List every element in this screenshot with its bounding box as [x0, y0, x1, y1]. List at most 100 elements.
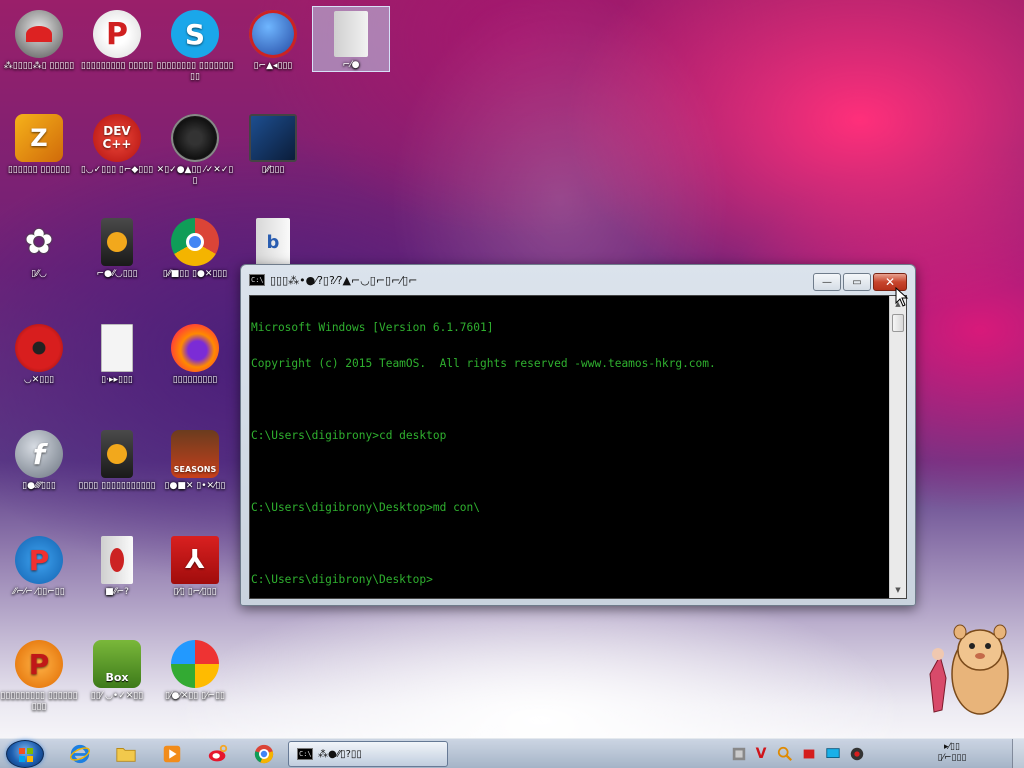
beaver-box-icon: Box — [93, 640, 141, 688]
p-logo-icon: P — [15, 536, 63, 584]
media-player-icon — [163, 745, 181, 763]
icon-label: ▯●⁄⁄⁄⁄▯▯▯ — [22, 481, 56, 491]
icon-label: ▯⁄⁄■▯▯ ▯●✕▯▯▯ — [162, 269, 228, 279]
icon-label: ▯⁄⁄▯▯▯ — [261, 165, 285, 175]
desktop-icon-r4c2[interactable]: ▯·▸▸▯▯▯ — [78, 320, 156, 386]
desktop-icon-acrobat[interactable]: ⅄ ▯⁄▯ ▯⌐⁄▯▯▯ — [156, 532, 234, 598]
windows-logo-icon — [19, 748, 33, 762]
console-line: Copyright (c) 2015 TeamOS. All rights re… — [251, 357, 716, 370]
vertical-scrollbar[interactable]: ▲ ▼ — [889, 296, 906, 598]
dev-cpp-icon: DEV C++ — [93, 114, 141, 162]
firefox-icon — [171, 324, 219, 372]
icon-label: ▯◡✓▯▯▯ ▯⌐◆▯▯▯ — [80, 165, 154, 175]
angry-birds-seasons-icon: SEASONS — [171, 430, 219, 478]
icon-label: ▯⁄▯ ▯⌐⁄▯▯▯ — [173, 587, 217, 597]
tv-screen-icon — [249, 114, 297, 162]
tray-disc-icon[interactable] — [848, 745, 866, 763]
console-area[interactable]: Microsoft Windows [Version 6.1.7601] Cop… — [249, 295, 907, 599]
icon-label: ▯▯▯▯▯▯▯▯▯ ▯▯▯▯▯ — [80, 61, 154, 71]
cmd-window[interactable]: C:\ ▯▯▯⁂•●⁄?▯?⁄?▲⌐◡▯⌐▯⌐⁄▯⌐ — ▭ ✕ Microso… — [240, 264, 916, 606]
desktop-icon-r1c2[interactable]: P ▯▯▯▯▯▯▯▯▯ ▯▯▯▯▯ — [78, 6, 156, 72]
console-icon: C:\ — [249, 274, 265, 286]
disc-icon — [171, 114, 219, 162]
flash-icon: f — [15, 430, 63, 478]
desktop-icon-r2c3[interactable]: ✕▯✓●▲▯▯ ⁄✓✕✓▯▯ — [156, 110, 234, 187]
taskbar-weibo-button[interactable] — [198, 742, 238, 766]
cmd-window-title: ▯▯▯⁂•●⁄?▯?⁄?▲⌐◡▯⌐▯⌐⁄▯⌐ — [270, 273, 418, 287]
icon-label: ▯▯▯▯▯▯▯▯ ▯▯▯▯▯▯▯▯▯ — [156, 61, 234, 82]
tray-clock[interactable]: ▸⁄▯▯ ▯⁄⌐▯▯▯ — [902, 742, 1002, 766]
p-logo-icon: P — [15, 640, 63, 688]
icon-label: ▯●■✕ ▯•✕⁄▯▯ — [164, 481, 226, 491]
icon-label: ✕▯✓●▲▯▯ ⁄✓✕✓▯▯ — [156, 165, 234, 186]
desktop-icon-box[interactable]: Box ▯▯⁄ ◡•✓✕▯▯ — [78, 636, 156, 702]
taskbar-chrome-button[interactable] — [244, 742, 284, 766]
console-line: C:\Users\digibrony\Desktop>md con\ — [251, 501, 481, 514]
desktop-icon-angry-seasons[interactable]: SEASONS ▯●■✕ ▯•✕⁄▯▯ — [156, 426, 234, 492]
robot-icon — [15, 10, 63, 58]
chrome-icon — [254, 744, 274, 764]
icon-label: ⌐●⁄⁄◡▯▯▯ — [96, 269, 138, 279]
internet-explorer-icon — [69, 744, 91, 764]
tray-antivirus-icon[interactable]: V — [752, 745, 770, 763]
desktop-icon-r3c4: b — [234, 214, 312, 266]
desktop-icon-r3c2[interactable]: ⌐●⁄⁄◡▯▯▯ — [78, 214, 156, 280]
taskbar-media-player-button[interactable] — [152, 742, 192, 766]
tray-clock-line1: ▸⁄▯▯ — [944, 742, 960, 752]
desktop-icon-r1c4[interactable]: ▯⌐▲◂▯▯▯ — [234, 6, 312, 72]
maximize-button[interactable]: ▭ — [843, 273, 871, 291]
text-file-icon — [101, 324, 133, 372]
desktop-icon-r4c1[interactable]: ◡✕▯▯▯ — [0, 320, 78, 386]
window-controls: — ▭ ✕ — [813, 273, 907, 291]
desktop-icon-r2c4[interactable]: ▯⁄⁄▯▯▯ — [234, 110, 312, 176]
minimize-button[interactable]: — — [813, 273, 841, 291]
tray-settings-icon[interactable] — [730, 745, 748, 763]
taskbar-explorer-button[interactable] — [106, 742, 146, 766]
skype-icon: S — [171, 10, 219, 58]
desktop-icon-r6c1[interactable]: P ⁄⁄⌐⁄⌐ ⁄▯▯⌐▯▯ — [0, 532, 78, 598]
icon-label: ◡✕▯▯▯ — [23, 375, 55, 385]
scroll-down-arrow-icon[interactable]: ▼ — [890, 582, 906, 598]
zip-archive-icon: Z — [15, 114, 63, 162]
icon-label: ▯▯▯▯ ▯▯▯▯▯▯▯▯▯▯▯ — [78, 481, 156, 491]
tray-search-icon[interactable] — [776, 745, 794, 763]
taskbar-task-label: ⁂●⁄⁄▯?▯▯ — [318, 748, 362, 760]
desktop-icon-r7c3[interactable]: ▯⁄●⁄✕▯▯ ▯⁄⌐▯▯ — [156, 636, 234, 702]
desktop-icon-r1c5[interactable]: ⌐⁄● — [312, 6, 390, 72]
show-desktop-button[interactable] — [1012, 739, 1024, 768]
desktop-icon-r2c1[interactable]: Z ▯▯▯▯▯▯ ▯▯▯▯▯▯ — [0, 110, 78, 176]
console-icon: C:\ — [297, 748, 313, 760]
desktop-icon-r6c2[interactable]: ■⁄⁄⌐? — [78, 532, 156, 598]
icon-label: ▯▯▯▯▯▯▯▯▯ — [172, 375, 218, 385]
desktop-icon-firefox[interactable]: ▯▯▯▯▯▯▯▯▯ — [156, 320, 234, 386]
folder-icon — [116, 748, 136, 762]
colorful-ball-icon — [171, 640, 219, 688]
taskbar: C:\ ⁂●⁄⁄▯?▯▯ V ▸⁄▯▯ ▯⁄⌐▯▯▯ — [0, 738, 1024, 768]
icon-label: ▯⌐▲◂▯▯▯ — [253, 61, 293, 71]
desktop-icon-skype[interactable]: S ▯▯▯▯▯▯▯▯ ▯▯▯▯▯▯▯▯▯ — [156, 6, 234, 83]
tray-monitor-icon[interactable] — [824, 745, 842, 763]
scrollbar-thumb[interactable] — [892, 314, 904, 332]
start-button[interactable] — [6, 740, 44, 768]
clock-shortcut-icon — [101, 218, 133, 266]
icon-label: ⁂▯▯▯▯⁂▯ ▯▯▯▯▯ — [3, 61, 75, 71]
taskbar-ie-button[interactable] — [60, 742, 100, 766]
desktop-icon-r3c1[interactable]: ✿ ▯⁄⁄◡ — [0, 214, 78, 280]
taskbar-cmd-task[interactable]: C:\ ⁂●⁄⁄▯?▯▯ — [288, 741, 448, 767]
desktop-icon-flash[interactable]: f ▯●⁄⁄⁄⁄▯▯▯ — [0, 426, 78, 492]
desktop-icon-chrome[interactable]: ▯⁄⁄■▯▯ ▯●✕▯▯▯ — [156, 214, 234, 280]
icon-label: ▯·▸▸▯▯▯ — [101, 375, 133, 385]
desktop-icon-r7c1[interactable]: P ▯▯▯▯▯▯▯▯▯ ▯▯▯▯▯▯▯▯▯ — [0, 636, 78, 713]
console-output[interactable]: Microsoft Windows [Version 6.1.7601] Cop… — [250, 296, 890, 598]
p-logo-icon: P — [93, 10, 141, 58]
desktop-icon-r1c1[interactable]: ⁂▯▯▯▯⁂▯ ▯▯▯▯▯ — [0, 6, 78, 72]
icon-label: ▯▯▯▯▯▯▯▯▯ ▯▯▯▯▯▯▯▯▯ — [0, 691, 78, 712]
flower-icon: ✿ — [24, 222, 54, 262]
icon-label: ▯⁄●⁄✕▯▯ ▯⁄⌐▯▯ — [164, 691, 226, 701]
desktop-icon-r5c2[interactable]: ▯▯▯▯ ▯▯▯▯▯▯▯▯▯▯▯ — [78, 426, 156, 492]
icon-label: ■⁄⁄⌐? — [105, 587, 129, 597]
desktop-icon-devcpp[interactable]: DEV C++ ▯◡✓▯▯▯ ▯⌐◆▯▯▯ — [78, 110, 156, 176]
console-prompt-line: C:\Users\digibrony\Desktop> — [251, 573, 433, 586]
tray-shield-icon[interactable] — [800, 745, 818, 763]
